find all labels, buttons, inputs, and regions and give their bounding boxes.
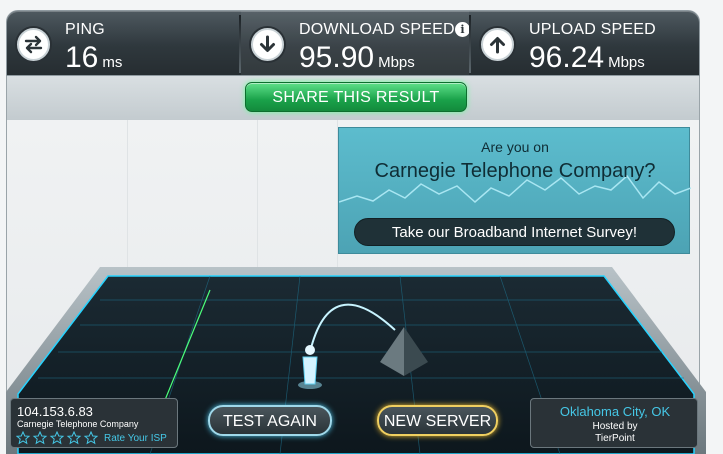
- download-value: 95.90 Mbps: [299, 41, 415, 75]
- upload-value: 96.24 Mbps: [529, 41, 645, 75]
- survey-question-intro: Are you on: [481, 139, 549, 155]
- upload-metric: UPLOAD SPEED 96.24 Mbps: [471, 11, 701, 75]
- rate-isp-link[interactable]: Rate Your ISP: [104, 433, 167, 444]
- isp-name: Carnegie Telephone Company: [17, 419, 139, 429]
- ip-address: 104.153.6.83: [17, 404, 93, 419]
- grid-line: [257, 120, 258, 270]
- upload-number: 96.24: [529, 41, 605, 74]
- download-unit: Mbps: [378, 54, 415, 71]
- results-header: PING 16 ms DOWNLOAD SPEED i 95.90 Mbps UPL…: [6, 10, 700, 76]
- server-info-panel: Oklahoma City, OK Hosted by TierPoint: [530, 398, 698, 448]
- info-icon[interactable]: i: [455, 22, 470, 37]
- broadband-survey-button[interactable]: Take our Broadband Internet Survey!: [354, 218, 675, 246]
- server-city[interactable]: Oklahoma City, OK: [531, 404, 699, 419]
- server-host: TierPoint: [595, 433, 635, 444]
- new-server-button[interactable]: NEW SERVER: [377, 405, 498, 436]
- grid-line: [127, 120, 128, 270]
- share-result-button[interactable]: SHARE THIS RESULT: [245, 82, 467, 112]
- test-again-button[interactable]: TEST AGAIN: [208, 405, 332, 436]
- download-arrow-icon: [251, 28, 284, 61]
- upload-label: UPLOAD SPEED: [529, 21, 656, 38]
- ping-label: PING: [65, 21, 105, 38]
- upload-arrow-icon: [481, 28, 514, 61]
- download-label: DOWNLOAD SPEED: [299, 21, 455, 38]
- ping-arrows-icon: [17, 28, 50, 61]
- share-bar: SHARE THIS RESULT: [6, 76, 700, 120]
- ping-value: 16 ms: [65, 41, 122, 75]
- isp-survey-popup: Are you on Carnegie Telephone Company? T…: [338, 127, 691, 254]
- download-number: 95.90: [299, 41, 375, 74]
- upload-unit: Mbps: [608, 54, 645, 71]
- ping-number: 16: [65, 41, 99, 74]
- survey-isp-name: Carnegie Telephone Company?: [374, 160, 656, 182]
- download-metric: DOWNLOAD SPEED i 95.90 Mbps: [241, 11, 470, 75]
- hosted-by-label: Hosted by: [592, 421, 638, 432]
- ping-metric: PING 16 ms: [7, 11, 239, 75]
- isp-rating-stars[interactable]: [16, 431, 112, 445]
- speedtest-app: PING 16 ms DOWNLOAD SPEED i 95.90 Mbps UPL…: [0, 0, 723, 454]
- ping-unit: ms: [102, 54, 123, 71]
- isp-info-panel: 104.153.6.83 Carnegie Telephone Company …: [10, 398, 178, 448]
